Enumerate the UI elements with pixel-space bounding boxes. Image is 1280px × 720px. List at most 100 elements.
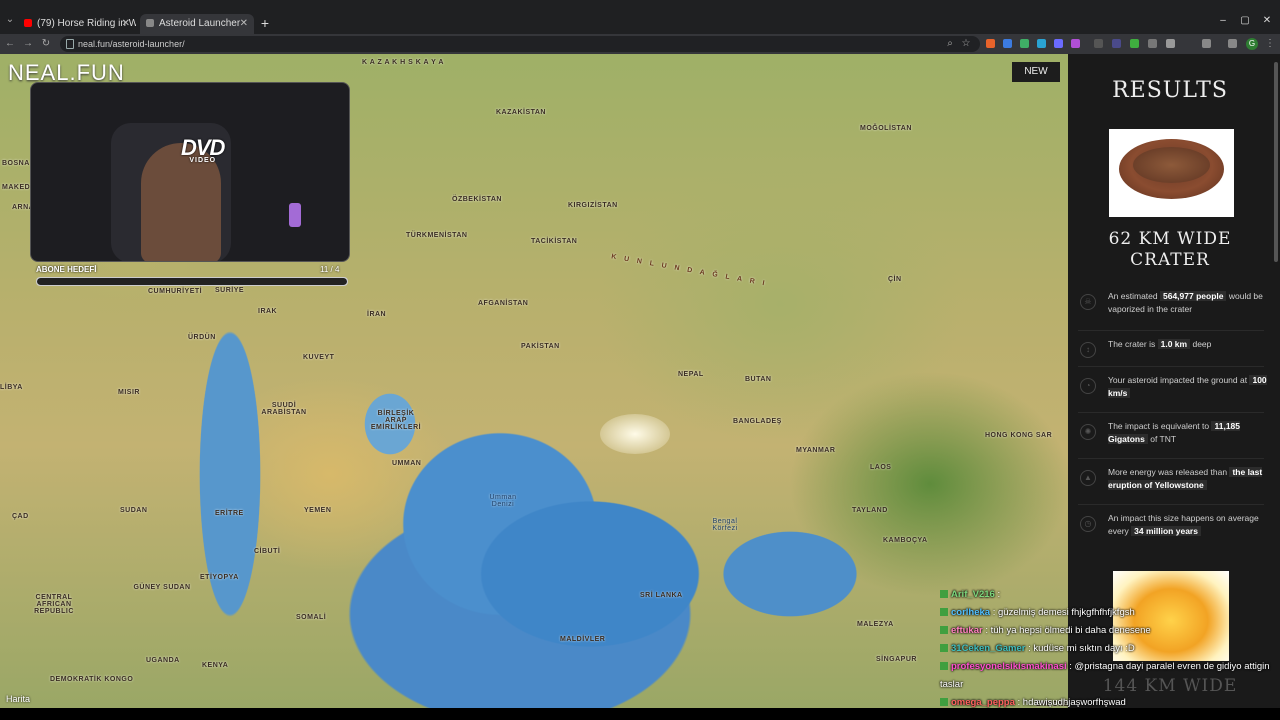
extension-icon[interactable] <box>1054 39 1063 48</box>
reload-button[interactable]: ↻ <box>40 37 52 51</box>
extension-icon[interactable] <box>1148 39 1157 48</box>
extensions-puzzle-icon[interactable] <box>1202 39 1211 48</box>
mountain-range-label: K U N L U N D A Ğ L A R I <box>610 253 768 288</box>
extension-icon[interactable] <box>1003 39 1012 48</box>
map-label: CUMHURİYETİ <box>148 288 203 295</box>
result-stat: ◔ Your asteroid impacted the ground at 10… <box>1078 374 1267 410</box>
map-label: MISIR <box>118 389 140 396</box>
explosion-icon: ✺ <box>1080 424 1096 440</box>
back-button[interactable]: ← <box>4 37 16 51</box>
tab-horse-riding[interactable]: (79) Horse Riding in Windsor, E ✕ <box>18 14 136 34</box>
result-stat-text: Your asteroid impacted the ground at 100… <box>1108 374 1268 400</box>
map-label: ERİTRE <box>215 510 244 517</box>
stat-prefix: An estimated <box>1108 291 1158 301</box>
chat-message: profesyonelsikismakinasi : @pristagna da… <box>940 658 1270 694</box>
extension-icon[interactable] <box>1020 39 1029 48</box>
chat-text: : güzelmiş demesi fhjkgfhfhfjkfgsh <box>992 607 1135 618</box>
side-panel-icon[interactable] <box>1228 39 1237 48</box>
maximize-button[interactable]: ▢ <box>1238 14 1252 28</box>
page-scrollbar[interactable] <box>1272 54 1280 708</box>
map-label: TAYLAND <box>852 507 888 514</box>
map-label: KENYA <box>202 662 229 669</box>
result-stat: ↕ The crater is 1.0 km deep <box>1078 338 1264 374</box>
map-label: MYANMAR <box>796 447 836 454</box>
result-stat: ☠ An estimated 564,977 people would be va… <box>1078 290 1264 326</box>
map-label: ÖZBEKİSTAN <box>452 196 502 203</box>
profile-avatar[interactable]: G <box>1246 38 1258 50</box>
bookmark-star-icon[interactable]: ☆ <box>960 37 972 51</box>
chat-badge-icon <box>940 644 948 653</box>
subscriber-goal-count: 11 / 4 <box>320 265 340 274</box>
new-tab-button[interactable]: + <box>258 14 272 32</box>
stat-value: 34 million years <box>1131 526 1201 536</box>
extension-icon[interactable] <box>986 39 995 48</box>
stat-suffix: of TNT <box>1150 434 1177 444</box>
map-label: AFGANİSTAN <box>478 300 529 307</box>
new-button[interactable]: NEW <box>1012 62 1060 82</box>
crater-size-line1: 62 KM WIDE <box>1108 229 1232 249</box>
streamer-webcam: DVD VIDEO <box>30 82 350 262</box>
impact-glow <box>600 414 670 454</box>
sea-label: Bengal Körfezi <box>712 518 738 532</box>
site-info-icon[interactable] <box>66 39 74 49</box>
map-label: K A Z A K H S K A Y A <box>362 59 444 66</box>
map-label: KAZAKİSTAN <box>496 109 546 116</box>
extension-icon[interactable] <box>1037 39 1046 48</box>
result-stat-text: The impact is equivalent to 11,185 Gigat… <box>1108 420 1268 446</box>
extension-icon[interactable] <box>1112 39 1121 48</box>
scrollbar-thumb[interactable] <box>1274 62 1278 262</box>
map-label: BUTAN <box>745 376 772 383</box>
zoom-icon[interactable]: ⌕ <box>944 37 956 51</box>
forward-button[interactable]: → <box>22 37 34 51</box>
chat-username: corlheka <box>951 607 991 618</box>
chat-text: : <box>997 589 1001 600</box>
extension-icon[interactable] <box>1166 39 1175 48</box>
stat-divider <box>1078 504 1264 505</box>
chat-message: eftukar : tüh ya hepsi ölmedi bi daha de… <box>940 622 1270 640</box>
ruler-icon: ↕ <box>1080 342 1096 358</box>
map-label: ÜRDÜN <box>188 334 216 341</box>
close-tab-icon[interactable]: ✕ <box>240 14 248 34</box>
map-label: GÜNEY SUDAN <box>133 584 191 591</box>
result-stat: ✺ The impact is equivalent to 11,185 Giga… <box>1078 420 1264 456</box>
subscriber-goal-fill <box>37 278 347 285</box>
stat-divider <box>1078 366 1264 367</box>
crater-bowl <box>1133 147 1210 183</box>
subscriber-goal-label: ABONE HEDEFİ <box>36 265 97 274</box>
minimize-button[interactable]: – <box>1216 14 1230 28</box>
map-label: KAMBOÇYA <box>883 537 928 544</box>
extension-icon[interactable] <box>1094 39 1103 48</box>
stat-divider <box>1078 412 1264 413</box>
chat-badge-icon <box>940 608 948 617</box>
map-label: KIRGIZİSTAN <box>568 202 618 209</box>
youtube-favicon-icon <box>24 19 32 28</box>
close-tab-icon[interactable]: ✕ <box>122 14 130 34</box>
map-label: ETİYOPYA <box>200 574 239 581</box>
map-attribution: Harita <box>6 694 31 704</box>
map-label: PAKİSTAN <box>521 343 560 350</box>
map-label: YEMEN <box>304 507 332 514</box>
close-window-button[interactable]: ✕ <box>1260 14 1274 28</box>
chat-username: 31Ceken_Gamer <box>951 643 1026 654</box>
tab-title: Asteroid Launcher <box>159 18 241 29</box>
tab-search-icon[interactable]: ⌄ <box>4 14 16 26</box>
result-stat-text: An impact this size happens on average e… <box>1108 512 1268 538</box>
stat-divider <box>1078 330 1264 331</box>
map-label: CENTRAL AFRICAN REPUBLIC <box>34 594 74 615</box>
map-label: TACİKİSTAN <box>531 238 578 245</box>
map-label: MALEZYA <box>857 621 894 628</box>
address-bar[interactable]: neal.fun/asteroid-launcher/ <box>60 36 980 52</box>
browser-menu-icon[interactable]: ⋮ <box>1264 37 1276 51</box>
extension-icon[interactable] <box>1130 39 1139 48</box>
subscriber-goal-bar <box>36 277 348 286</box>
extension-icon[interactable] <box>1071 39 1080 48</box>
map-label: CİBUTİ <box>254 548 281 555</box>
chat-message: omega_peppa : hdawişudhjaşworfhşwad <box>940 694 1270 708</box>
map-label: UMMAN <box>392 460 422 467</box>
tab-asteroid-launcher[interactable]: Asteroid Launcher ✕ <box>140 14 254 34</box>
map-label: TÜRKMENİSTAN <box>406 232 468 239</box>
map-label: SUUDİ ARABİSTAN <box>261 402 307 416</box>
map-label: SOMALİ <box>296 614 327 621</box>
map-label: IRAK <box>258 308 278 315</box>
result-stat: ▲ More energy was released than the last … <box>1078 466 1264 502</box>
